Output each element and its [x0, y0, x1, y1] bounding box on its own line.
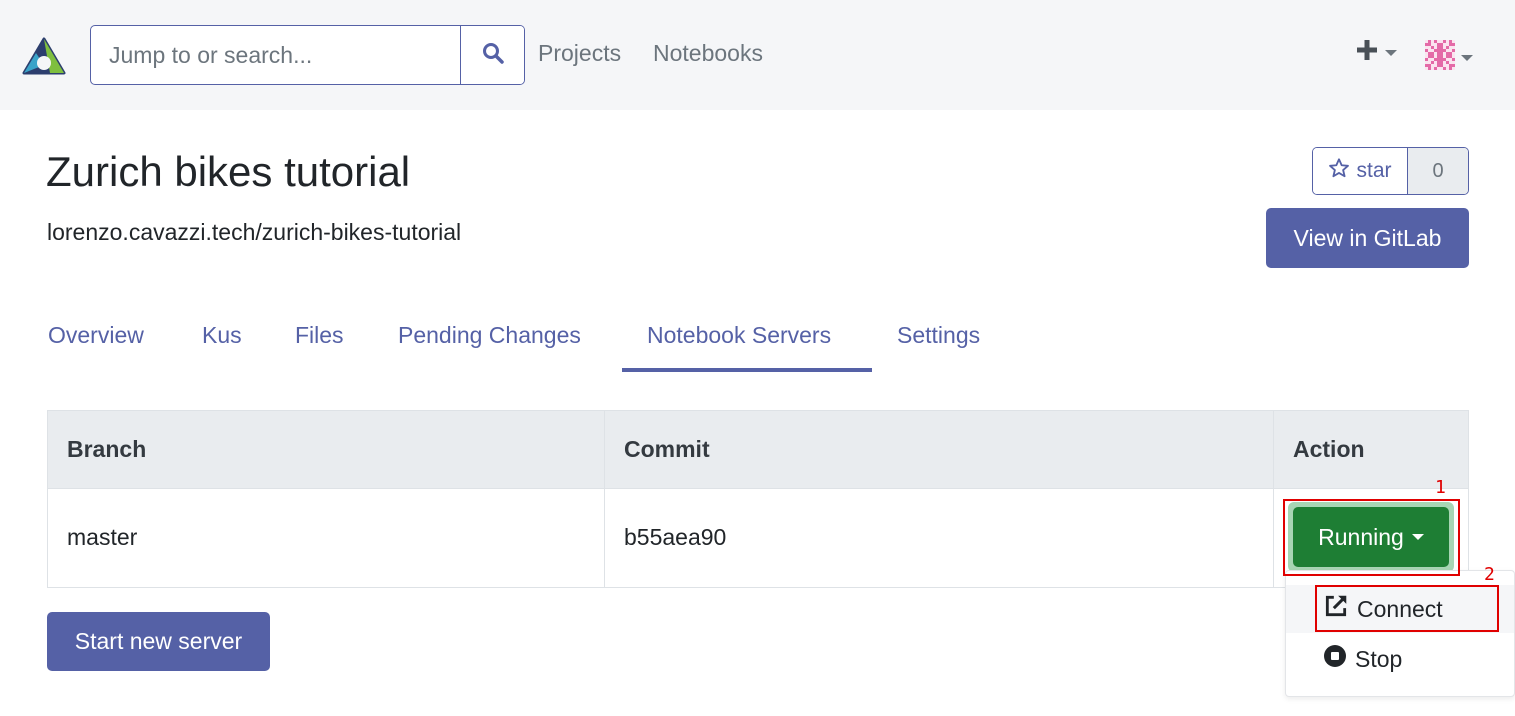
- chevron-down-icon: [1385, 49, 1397, 56]
- cell-commit: b55aea90: [624, 524, 727, 550]
- stop-icon: [1323, 644, 1347, 674]
- nav-link-projects[interactable]: Projects: [538, 40, 621, 67]
- active-tab-indicator: [622, 368, 872, 372]
- tab-settings[interactable]: Settings: [897, 322, 980, 349]
- star-count: 0: [1407, 148, 1468, 194]
- new-item-menu[interactable]: [1355, 38, 1397, 67]
- search-input[interactable]: [91, 26, 460, 84]
- tab-notebook-servers[interactable]: Notebook Servers: [647, 322, 831, 349]
- table-header: Branch Commit Action: [48, 411, 1468, 489]
- start-new-server-button[interactable]: Start new server: [47, 612, 270, 671]
- cell-branch: master: [67, 524, 138, 550]
- user-menu[interactable]: [1425, 40, 1473, 75]
- plus-icon: [1355, 38, 1379, 67]
- column-header-action: Action: [1293, 436, 1365, 462]
- tab-kus[interactable]: Kus: [202, 322, 242, 349]
- chevron-down-icon: [1461, 54, 1473, 61]
- star-button[interactable]: star: [1313, 148, 1407, 194]
- column-divider: [604, 411, 605, 587]
- search-bar: [90, 25, 525, 85]
- star-control: star 0: [1312, 147, 1469, 195]
- tab-overview[interactable]: Overview: [48, 322, 144, 349]
- annotation-number-2: 2: [1484, 564, 1495, 585]
- top-navbar: Projects Notebooks: [0, 0, 1515, 110]
- column-divider: [1273, 411, 1274, 587]
- notebook-servers-table: Branch Commit Action master b55aea90: [47, 410, 1469, 588]
- annotation-box-2: [1315, 585, 1499, 632]
- nav-link-notebooks[interactable]: Notebooks: [653, 40, 763, 67]
- dropdown-item-label: Stop: [1355, 645, 1403, 672]
- dropdown-item-stop[interactable]: Stop: [1286, 635, 1514, 683]
- annotation-box-1: [1283, 499, 1460, 576]
- tab-files[interactable]: Files: [295, 322, 344, 349]
- annotation-number-1: 1: [1435, 477, 1446, 498]
- star-label: star: [1356, 159, 1392, 182]
- tab-pending-changes[interactable]: Pending Changes: [398, 322, 581, 349]
- project-path: lorenzo.cavazzi.tech/zurich-bikes-tutori…: [47, 219, 462, 245]
- page-title: Zurich bikes tutorial: [46, 148, 411, 195]
- view-in-gitlab-button[interactable]: View in GitLab: [1266, 208, 1469, 268]
- search-icon: [482, 42, 504, 69]
- star-icon: [1328, 157, 1350, 185]
- column-header-commit: Commit: [624, 436, 710, 462]
- search-button[interactable]: [460, 26, 524, 84]
- column-header-branch: Branch: [67, 436, 147, 462]
- renku-logo-icon[interactable]: [22, 37, 66, 77]
- avatar: [1425, 40, 1455, 75]
